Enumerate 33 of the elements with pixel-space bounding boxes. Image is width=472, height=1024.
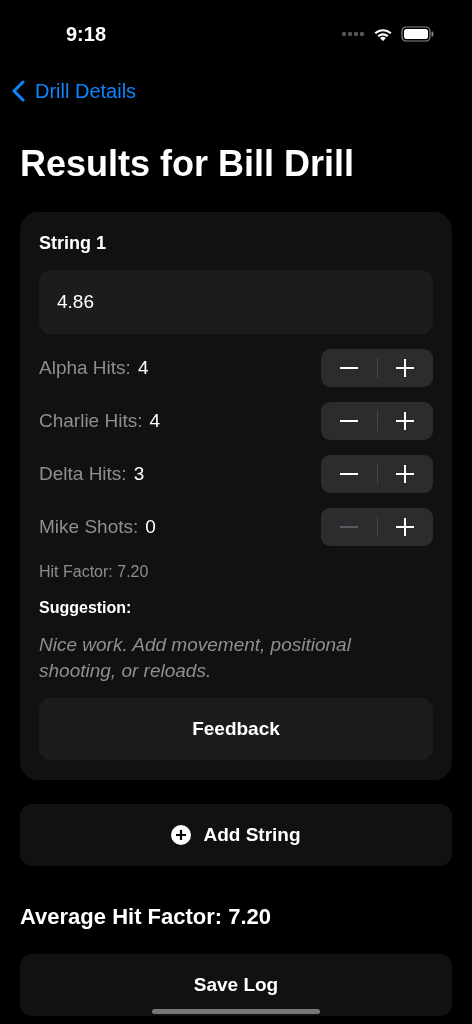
plus-icon (396, 518, 415, 536)
back-button[interactable]: Drill Details (12, 78, 137, 104)
plus-circle-icon (171, 825, 192, 845)
plus-icon (396, 465, 415, 483)
suggestion-text: Nice work. Add movement, positional shooting, or reloads. (39, 633, 353, 683)
battery-icon (401, 26, 434, 42)
string-heading: String 1 (39, 232, 107, 254)
suggestion-heading: Suggestion: (39, 598, 133, 618)
chevron-left-icon (12, 80, 25, 102)
minus-icon (339, 420, 358, 422)
counter-label: Mike Shots: (39, 514, 139, 539)
signal-icon (341, 31, 365, 37)
plus-icon (396, 412, 415, 430)
minus-icon (339, 367, 358, 369)
status-time: 9:18 (66, 22, 107, 47)
counter-value: 0 (145, 514, 156, 539)
counter-label: Alpha Hits: (39, 355, 131, 380)
average-hit-factor: Average Hit Factor: 7.20 (20, 904, 273, 930)
add-string-button[interactable]: Add String (20, 804, 452, 866)
counter-label: Charlie Hits: (39, 408, 143, 433)
minus-icon (339, 526, 358, 528)
counter-label: Delta Hits: (39, 461, 127, 486)
counter-value: 4 (137, 355, 149, 380)
plus-icon (396, 359, 415, 377)
counter-value: 4 (149, 408, 161, 433)
time-input-field[interactable]: 4.86 (39, 270, 433, 334)
page-title: Results for Bill Drill (20, 144, 356, 184)
counter-value: 3 (133, 461, 145, 486)
minus-icon (339, 473, 358, 475)
feedback-button[interactable]: Feedback (39, 698, 433, 760)
wifi-icon (373, 26, 393, 42)
save-log-button[interactable]: Save Log (20, 954, 452, 1016)
hit-factor-text: Hit Factor: 7.20 (39, 562, 150, 582)
